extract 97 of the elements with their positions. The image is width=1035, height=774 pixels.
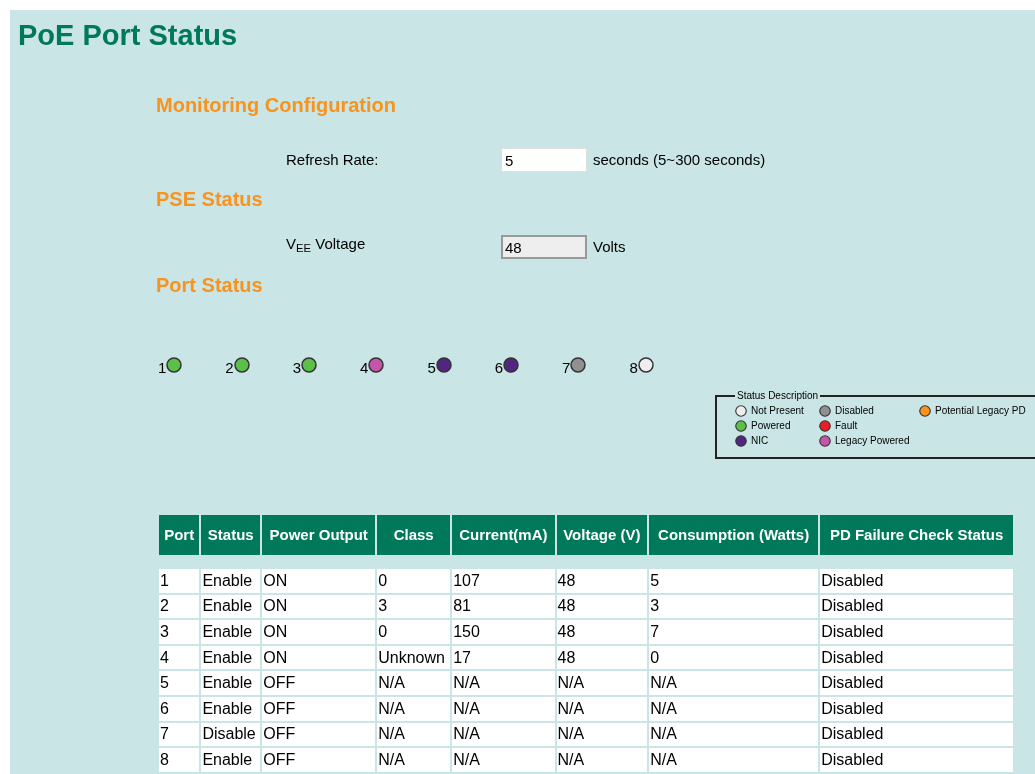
legend-label: Potential Legacy PD bbox=[935, 404, 1026, 418]
section-heading: PSE Status bbox=[156, 187, 264, 212]
table-cell: Disabled bbox=[820, 620, 1013, 644]
table-cell: N/A bbox=[377, 748, 451, 772]
table-cell: Disable bbox=[201, 722, 261, 747]
table-cell: 0 bbox=[649, 645, 819, 670]
table-cell: Disabled bbox=[820, 722, 1013, 747]
column-header: Status bbox=[201, 515, 261, 555]
table-cell: 7 bbox=[159, 722, 200, 747]
table-cell: ON bbox=[262, 645, 376, 670]
table-cell: N/A bbox=[556, 748, 648, 772]
port-number: 3 bbox=[292, 360, 302, 375]
table-cell: Enable bbox=[201, 748, 261, 772]
unit-label: seconds (5~300 seconds) bbox=[593, 149, 766, 170]
column-header: Current(mA) bbox=[452, 515, 555, 555]
port-number: 7 bbox=[562, 360, 571, 375]
table-cell: Enable bbox=[201, 671, 261, 695]
legend-title: Status Description bbox=[736, 389, 820, 403]
table-cell: 0 bbox=[377, 569, 451, 593]
table-cell: 48 bbox=[556, 594, 648, 619]
port-number: 2 bbox=[225, 360, 234, 375]
table-cell: 81 bbox=[452, 594, 555, 619]
port-number: 1 bbox=[158, 360, 167, 375]
section-heading: Port Status bbox=[156, 273, 264, 298]
field-label: V$_{EE}$ Voltage bbox=[286, 233, 367, 256]
table-cell: N/A bbox=[649, 671, 819, 695]
table-cell: 3 bbox=[649, 594, 819, 619]
table-cell: Unknown bbox=[377, 645, 451, 670]
port-number: 5 bbox=[427, 360, 436, 375]
table-cell: Disabled bbox=[820, 748, 1013, 772]
legend-label: Fault bbox=[835, 419, 858, 433]
table-cell: 107 bbox=[452, 569, 555, 593]
table-cell: N/A bbox=[556, 696, 648, 721]
legend-label: Not Present bbox=[751, 404, 804, 418]
legend-label: Legacy Powered bbox=[835, 434, 910, 448]
table-cell: Enable bbox=[201, 620, 261, 644]
table-cell: N/A bbox=[452, 748, 555, 772]
table-cell: OFF bbox=[262, 696, 376, 721]
table-cell: ON bbox=[262, 594, 376, 619]
table-cell: N/A bbox=[377, 696, 451, 721]
table-cell: N/A bbox=[649, 722, 819, 747]
table-cell: ON bbox=[262, 569, 376, 593]
table-cell: 48 bbox=[556, 620, 648, 644]
table-cell: OFF bbox=[262, 671, 376, 695]
table-cell: 7 bbox=[649, 620, 819, 644]
legend-label: NIC bbox=[751, 434, 769, 448]
table-cell: 8 bbox=[159, 748, 200, 772]
table-cell: Disabled bbox=[820, 594, 1013, 619]
table-cell: 0 bbox=[377, 620, 451, 644]
table-cell: Disabled bbox=[820, 645, 1013, 670]
column-header: Port bbox=[159, 515, 200, 555]
column-header: Class bbox=[377, 515, 451, 555]
table-cell: 3 bbox=[377, 594, 451, 619]
table-cell: Disabled bbox=[820, 696, 1013, 721]
port-number: 6 bbox=[494, 360, 504, 375]
column-header: PD Failure Check Status bbox=[820, 515, 1013, 555]
section-heading: Monitoring Configuration bbox=[156, 93, 397, 118]
table-cell: 6 bbox=[159, 696, 200, 721]
table-cell: Disabled bbox=[820, 569, 1013, 593]
unit-label: Volts bbox=[593, 236, 626, 257]
table-cell: N/A bbox=[452, 722, 555, 747]
table-cell: OFF bbox=[262, 748, 376, 772]
port-number: 8 bbox=[629, 360, 638, 375]
column-header: Consumption (Watts) bbox=[649, 515, 819, 555]
table-cell: N/A bbox=[452, 671, 555, 695]
field-label: Refresh Rate: bbox=[286, 149, 380, 170]
legend-label: Disabled bbox=[835, 404, 874, 418]
table-cell: 2 bbox=[159, 594, 200, 619]
table-cell: ON bbox=[262, 620, 376, 644]
table-cell: Disabled bbox=[820, 671, 1013, 695]
table-cell: N/A bbox=[649, 748, 819, 772]
table-cell: N/A bbox=[452, 696, 555, 721]
table-cell: Enable bbox=[201, 645, 261, 670]
table-cell: Enable bbox=[201, 594, 261, 619]
table-cell: 48 bbox=[556, 569, 648, 593]
table-cell: N/A bbox=[377, 671, 451, 695]
table-cell: 1 bbox=[159, 569, 200, 593]
table-cell: 4 bbox=[159, 645, 200, 670]
table-cell: N/A bbox=[556, 722, 648, 747]
table-cell: OFF bbox=[262, 722, 376, 747]
table-cell: 150 bbox=[452, 620, 555, 644]
table-cell: Enable bbox=[201, 569, 261, 593]
refresh-rate-field[interactable]: 5 bbox=[501, 148, 587, 172]
table-cell: 48 bbox=[556, 645, 648, 670]
table-cell: N/A bbox=[649, 696, 819, 721]
table-cell: 3 bbox=[159, 620, 200, 644]
table-cell: N/A bbox=[556, 671, 648, 695]
legend-label: Powered bbox=[751, 419, 791, 433]
table-cell: 5 bbox=[649, 569, 819, 593]
table-cell: N/A bbox=[377, 722, 451, 747]
port-number: 4 bbox=[360, 360, 369, 375]
column-header: Voltage (V) bbox=[556, 515, 648, 555]
table-cell: 17 bbox=[452, 645, 555, 670]
page-title: PoE Port Status bbox=[18, 18, 238, 53]
table-cell: Enable bbox=[201, 696, 261, 721]
column-header: Power Output bbox=[262, 515, 376, 555]
table-cell: 5 bbox=[159, 671, 200, 695]
